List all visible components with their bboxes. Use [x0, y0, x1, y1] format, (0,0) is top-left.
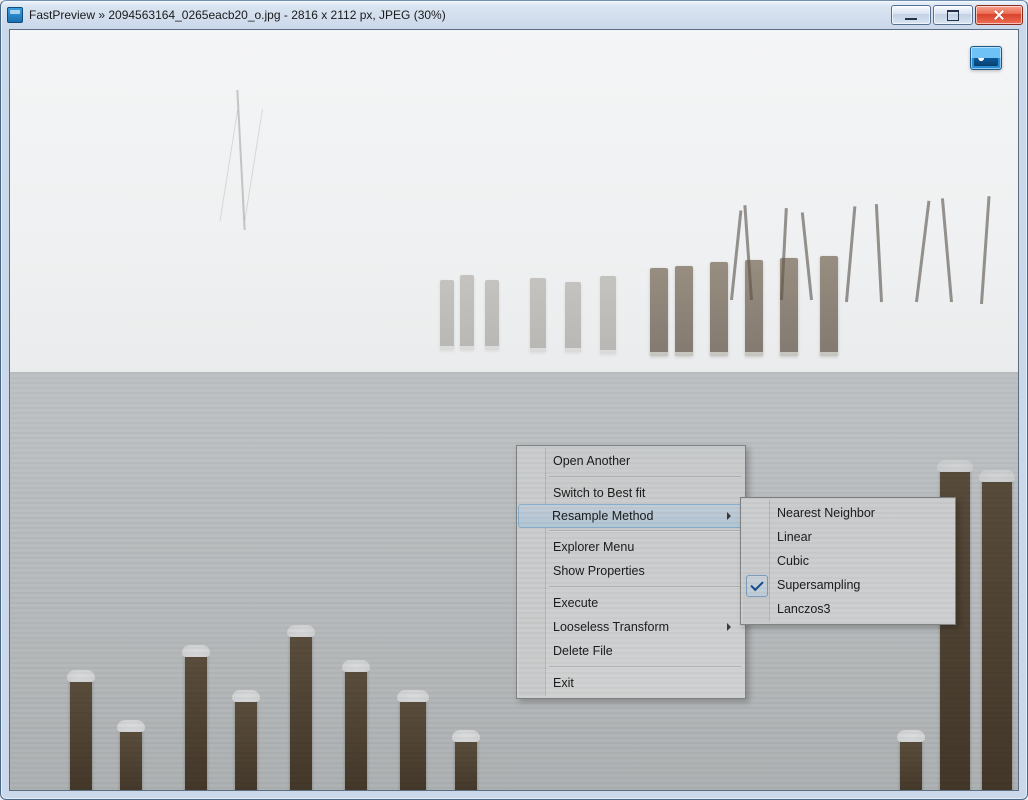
- menu-label: Linear: [777, 530, 812, 544]
- menu-exit[interactable]: Exit: [519, 671, 743, 695]
- check-icon: [746, 575, 768, 597]
- context-menu: Open Another Switch to Best fit Resample…: [516, 445, 746, 699]
- menu-gutter: [743, 500, 770, 622]
- menu-lossless-transform[interactable]: Looseless Transform: [519, 615, 743, 639]
- minimize-button[interactable]: [891, 5, 931, 25]
- image-viewport[interactable]: Open Another Switch to Best fit Resample…: [9, 29, 1019, 791]
- piling: [460, 275, 474, 350]
- thumbnail-icon[interactable]: [970, 46, 1002, 70]
- menu-label: Cubic: [777, 554, 809, 568]
- piling: [915, 201, 930, 303]
- piling: [565, 282, 581, 352]
- menu-open-another[interactable]: Open Another: [519, 449, 743, 473]
- piling: [120, 728, 142, 791]
- menu-gutter: [519, 448, 546, 696]
- menu-label: Show Properties: [553, 564, 645, 578]
- piling: [730, 210, 742, 300]
- app-window: FastPreview » 2094563164_0265eacb20_o.jp…: [0, 0, 1028, 800]
- piling: [235, 698, 257, 791]
- sailboat: [236, 90, 245, 230]
- menu-label: Delete File: [553, 644, 613, 658]
- menu-label: Explorer Menu: [553, 540, 634, 554]
- resample-lanczos3[interactable]: Lanczos3: [743, 597, 953, 621]
- titlebar[interactable]: FastPreview » 2094563164_0265eacb20_o.jp…: [1, 1, 1027, 29]
- piling: [440, 280, 454, 350]
- menu-delete-file[interactable]: Delete File: [519, 639, 743, 663]
- maximize-button[interactable]: [933, 5, 973, 25]
- menu-explorer[interactable]: Explorer Menu: [519, 535, 743, 559]
- piling: [745, 260, 763, 356]
- menu-label: Resample Method: [552, 509, 653, 523]
- piling: [820, 256, 838, 356]
- piling: [455, 738, 477, 791]
- menu-label: Switch to Best fit: [553, 486, 645, 500]
- menu-label: Execute: [553, 596, 598, 610]
- menu-label: Open Another: [553, 454, 630, 468]
- piling: [600, 276, 616, 354]
- menu-properties[interactable]: Show Properties: [519, 559, 743, 583]
- piling: [290, 633, 312, 791]
- app-icon: [7, 7, 23, 23]
- menu-label: Looseless Transform: [553, 620, 669, 634]
- resample-linear[interactable]: Linear: [743, 525, 953, 549]
- resample-cubic[interactable]: Cubic: [743, 549, 953, 573]
- piling: [982, 478, 1012, 791]
- menu-separator: [549, 666, 741, 668]
- resample-submenu: Nearest Neighbor Linear Cubic Supersampl…: [740, 497, 956, 625]
- window-title: FastPreview » 2094563164_0265eacb20_o.jp…: [29, 8, 891, 22]
- menu-label: Exit: [553, 676, 574, 690]
- close-button[interactable]: [975, 5, 1023, 25]
- menu-label: Supersampling: [777, 578, 860, 592]
- piling: [710, 262, 728, 356]
- piling: [875, 204, 883, 302]
- menu-separator: [549, 586, 741, 588]
- menu-separator: [549, 530, 741, 532]
- piling: [530, 278, 546, 352]
- menu-label: Lanczos3: [777, 602, 831, 616]
- piling: [780, 258, 798, 356]
- piling: [845, 206, 856, 302]
- piling: [980, 196, 991, 304]
- piling: [940, 468, 970, 791]
- piling: [70, 678, 92, 791]
- window-buttons: [891, 5, 1023, 25]
- piling: [400, 698, 426, 791]
- menu-best-fit[interactable]: Switch to Best fit: [519, 481, 743, 505]
- piling: [485, 280, 499, 350]
- menu-resample-method[interactable]: Resample Method: [518, 504, 744, 528]
- piling: [345, 668, 367, 791]
- resample-nearest[interactable]: Nearest Neighbor: [743, 501, 953, 525]
- piling: [185, 653, 207, 791]
- piling: [650, 268, 668, 356]
- menu-label: Nearest Neighbor: [777, 506, 875, 520]
- chevron-right-icon: [727, 512, 735, 520]
- piling: [900, 738, 922, 791]
- chevron-right-icon: [727, 623, 735, 631]
- piling: [801, 212, 813, 300]
- resample-supersampling[interactable]: Supersampling: [743, 573, 953, 597]
- menu-execute[interactable]: Execute: [519, 591, 743, 615]
- menu-separator: [549, 476, 741, 478]
- piling: [675, 266, 693, 356]
- image-canvas: Open Another Switch to Best fit Resample…: [10, 30, 1018, 790]
- piling: [941, 198, 953, 302]
